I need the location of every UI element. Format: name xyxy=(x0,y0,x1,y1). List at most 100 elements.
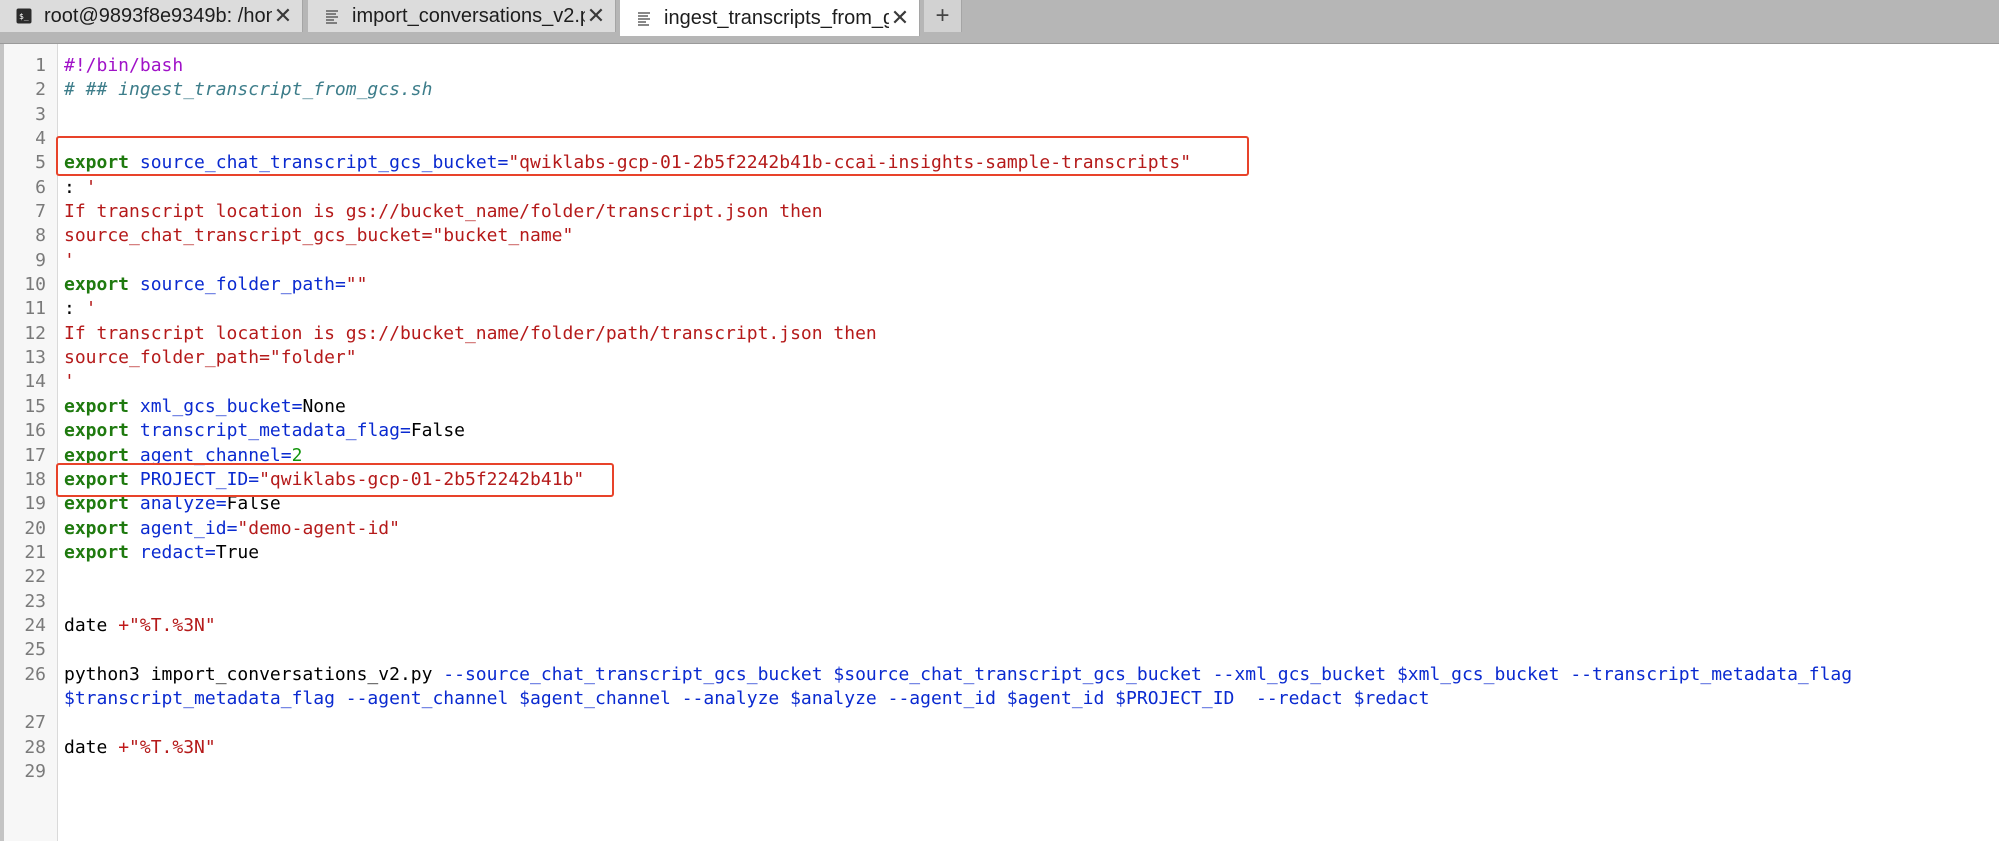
code-line[interactable]: 7 If transcript location is gs://bucket_n… xyxy=(0,200,1999,224)
code-line[interactable]: 1 #!/bin/bash xyxy=(0,54,1999,78)
code-token: # ## ingest_transcript_from_gcs.sh xyxy=(64,79,433,101)
line-number: 17 xyxy=(24,444,46,466)
line-number: 27 xyxy=(24,712,46,734)
code-token: "" xyxy=(345,274,368,296)
code-line[interactable]: 21 export redact=True xyxy=(0,541,1999,565)
line-number: 18 xyxy=(24,468,46,490)
close-icon[interactable]: ✕ xyxy=(272,5,294,27)
code-text: export xml_gcs_bucket=None xyxy=(64,395,346,419)
line-number: 10 xyxy=(24,274,46,296)
code-text: source_folder_path="folder" xyxy=(64,346,357,370)
code-line[interactable]: 22 xyxy=(0,565,1999,589)
code-token: "%T.%3N" xyxy=(129,736,216,758)
code-token: source_chat_transcript_gcs_bucket="bucke… xyxy=(64,225,574,247)
code-line[interactable]: 12 If transcript location is gs://bucket_… xyxy=(0,322,1999,346)
code-text: source_chat_transcript_gcs_bucket="bucke… xyxy=(64,224,573,248)
code-line[interactable]: 9 ' xyxy=(0,249,1999,273)
code-token: transcript_metadata_flag= xyxy=(139,420,411,442)
tab-ingest-transcripts[interactable]: ingest_transcripts_from_gc ✕ xyxy=(620,0,920,36)
code-token: : xyxy=(64,298,75,320)
code-area[interactable]: 1 #!/bin/bash 2 # ## ingest_transcript_from… xyxy=(0,54,1999,784)
code-token: export xyxy=(64,541,130,563)
tab-label: root@9893f8e9349b: /hon xyxy=(44,4,272,27)
code-line[interactable]: 13 source_folder_path="folder" xyxy=(0,346,1999,370)
code-line[interactable]: 26 python3 import_conversations_v2.py --s… xyxy=(0,663,1999,712)
code-token: export xyxy=(64,395,130,417)
code-line[interactable]: 10 export source_folder_path="" xyxy=(0,273,1999,297)
line-number: 21 xyxy=(24,541,46,563)
code-token: If transcript location is gs://bucket_na… xyxy=(64,201,823,223)
code-token: --source_chat_transcript_gcs_bucket $sou… xyxy=(443,663,1853,685)
code-line[interactable]: 8 source_chat_transcript_gcs_bucket="buck… xyxy=(0,224,1999,248)
code-line[interactable]: 3 xyxy=(0,103,1999,127)
line-number: 1 xyxy=(35,55,46,76)
code-line[interactable]: 25 xyxy=(0,638,1999,662)
code-line[interactable]: 29 xyxy=(0,760,1999,784)
tab-terminal[interactable]: $_ root@9893f8e9349b: /hon ✕ xyxy=(0,0,303,32)
code-token: source_folder_path="folder" xyxy=(64,347,357,369)
close-icon[interactable]: ✕ xyxy=(585,5,607,27)
code-line[interactable]: 11: ' xyxy=(0,297,1999,321)
code-line[interactable]: 17 export agent_channel=2 xyxy=(0,444,1999,468)
tab-label: ingest_transcripts_from_gc xyxy=(664,6,889,29)
code-text: export analyze=False xyxy=(64,492,281,516)
code-token: + xyxy=(118,736,130,758)
code-line[interactable]: 18 export PROJECT_ID="qwiklabs-gcp-01-2b5… xyxy=(0,468,1999,492)
document-icon xyxy=(634,8,654,28)
code-token: export xyxy=(64,517,130,539)
code-text: export source_chat_transcript_gcs_bucket… xyxy=(64,151,1191,175)
tab-import-conversations[interactable]: import_conversations_v2.p ✕ xyxy=(308,0,616,32)
code-token: "demo-agent-id" xyxy=(237,517,400,539)
document-icon xyxy=(322,6,342,26)
code-text: date +"%T.%3N" xyxy=(64,736,216,760)
code-token: export xyxy=(64,444,130,466)
code-token: agent_id= xyxy=(139,517,238,539)
line-number: 6 xyxy=(35,176,46,198)
code-line[interactable]: 14 ' xyxy=(0,370,1999,394)
line-number: 14 xyxy=(24,371,46,393)
code-line[interactable]: 15 export xml_gcs_bucket=None xyxy=(0,395,1999,419)
code-text-wrapped: $transcript_metadata_flag --agent_channe… xyxy=(64,687,1429,711)
code-line[interactable]: 28 date +"%T.%3N" xyxy=(0,736,1999,760)
line-number: 5 xyxy=(35,152,46,174)
code-token: source_chat_transcript_gcs_bucket= xyxy=(139,152,509,174)
code-token: ' xyxy=(74,298,97,320)
code-token: #!/bin/bash xyxy=(64,55,184,76)
add-tab-button[interactable]: + xyxy=(924,0,962,32)
code-text: export agent_channel=2 xyxy=(64,444,302,468)
code-token: date xyxy=(64,736,119,758)
code-text: #!/bin/bash xyxy=(64,54,183,78)
line-number: 28 xyxy=(24,736,46,758)
code-token: "qwiklabs-gcp-01-2b5f2242b41b" xyxy=(259,468,585,490)
code-line[interactable]: 19 export analyze=False xyxy=(0,492,1999,516)
line-number: 3 xyxy=(35,103,46,125)
code-line[interactable]: 6: ' xyxy=(0,176,1999,200)
code-line[interactable]: 27 xyxy=(0,711,1999,735)
line-number: 22 xyxy=(24,566,46,588)
code-token: agent_channel= xyxy=(139,444,292,466)
code-text: If transcript location is gs://bucket_na… xyxy=(64,200,823,224)
code-line[interactable]: 4 xyxy=(0,127,1999,151)
code-line[interactable]: 2 # ## ingest_transcript_from_gcs.sh xyxy=(0,78,1999,102)
code-token: ' xyxy=(64,249,75,271)
line-number: 16 xyxy=(24,420,46,442)
code-line[interactable]: 16 export transcript_metadata_flag=False xyxy=(0,419,1999,443)
code-line[interactable]: 5 export source_chat_transcript_gcs_bucke… xyxy=(0,151,1999,175)
close-icon[interactable]: ✕ xyxy=(889,7,911,29)
line-number: 26 xyxy=(24,663,46,685)
code-editor[interactable]: 1 #!/bin/bash 2 # ## ingest_transcript_from… xyxy=(0,44,1999,841)
code-line[interactable]: 23 xyxy=(0,590,1999,614)
code-token: export xyxy=(64,152,130,174)
code-line[interactable]: 20 export agent_id="demo-agent-id" xyxy=(0,517,1999,541)
line-number: 19 xyxy=(24,493,46,515)
code-line[interactable]: 24 date +"%T.%3N" xyxy=(0,614,1999,638)
code-token: True xyxy=(215,541,260,563)
code-token: "%T.%3N" xyxy=(129,614,216,636)
code-token: ' xyxy=(64,371,75,393)
